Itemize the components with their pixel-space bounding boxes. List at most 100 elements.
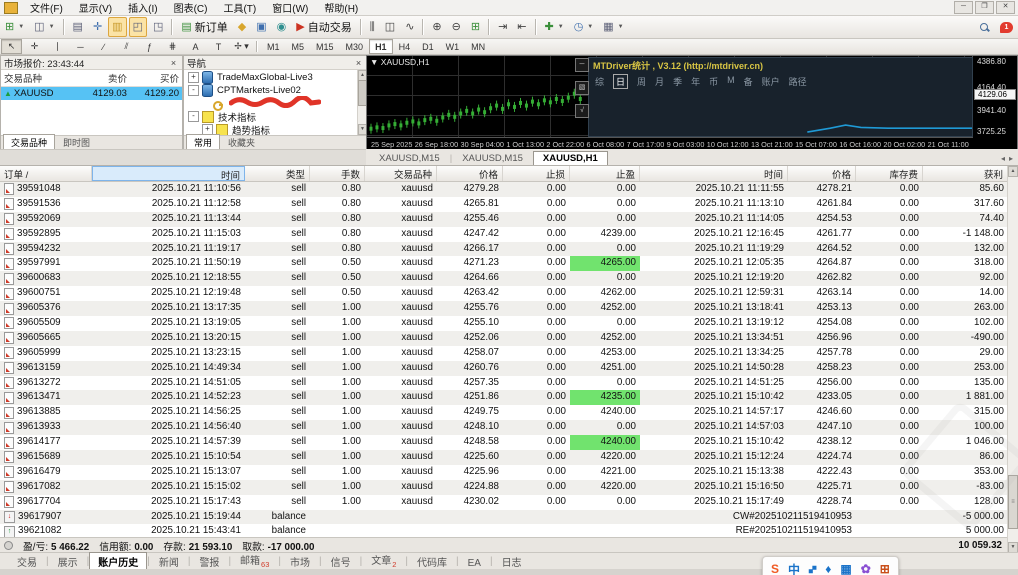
terminal-toggle-button[interactable]: ▣ xyxy=(252,17,270,37)
scroll-up-icon[interactable]: ▲ xyxy=(1008,166,1018,177)
history-column-header[interactable]: 库存费 xyxy=(856,166,923,181)
tabs-scroll-right[interactable]: ▸ xyxy=(1009,154,1013,163)
terminal-tab-交易[interactable]: 交易 xyxy=(8,552,46,570)
period-w1-button[interactable]: W1 xyxy=(440,39,466,54)
input-mode-chinese[interactable]: 中 xyxy=(788,561,800,575)
crosshair-tool-button[interactable]: ✛ xyxy=(24,39,45,54)
history-row[interactable]: 39613933 2025.10.21 14:56:40 sell 1.00 xauus… xyxy=(0,420,1018,436)
trendline-tool-button[interactable]: ∕ xyxy=(93,39,114,54)
history-row[interactable]: 39613159 2025.10.21 14:49:34 sell 1.00 xauus… xyxy=(0,360,1018,376)
history-row[interactable]: 39616479 2025.10.21 15:13:07 sell 1.00 xauus… xyxy=(0,465,1018,480)
mtdriver-settings-button[interactable]: ▧ xyxy=(575,81,589,95)
account-login-redacted[interactable] xyxy=(184,95,367,111)
andrews-pitchfork-tool-button[interactable]: ⋕ xyxy=(162,39,183,54)
autotrading-button[interactable]: ▶ 自动交易 xyxy=(292,17,355,37)
navigator-tab[interactable]: 常用 xyxy=(186,134,221,150)
history-row[interactable]: 39605376 2025.10.21 13:17:35 sell 1.00 xauus… xyxy=(0,301,1018,317)
vertical-line-tool-button[interactable]: ∣ xyxy=(47,39,68,54)
equidistant-channel-tool-button[interactable]: ⫽ xyxy=(116,39,137,54)
account-server-trademax[interactable]: + TradeMaxGlobal-Live3 xyxy=(184,71,367,84)
history-row[interactable]: 39615689 2025.10.21 15:10:54 sell 1.00 xauus… xyxy=(0,450,1018,465)
mtdriver-confirm-button[interactable]: √ xyxy=(575,104,589,118)
cursor-mode-button[interactable]: ▤ xyxy=(69,17,87,37)
punctuation-mode[interactable]: 🙾 xyxy=(809,562,816,575)
terminal-tab-警报[interactable]: 警报 xyxy=(190,552,228,570)
tree-expander-icon[interactable]: - xyxy=(188,85,199,96)
period-m30-button[interactable]: M30 xyxy=(340,39,370,54)
history-column-header[interactable]: 止盈 xyxy=(570,166,640,181)
history-column-header[interactable]: 价格 xyxy=(788,166,856,181)
chart-tab[interactable]: XAUUSD,M15 xyxy=(452,151,533,165)
history-column-header[interactable]: 交易品种 xyxy=(365,166,437,181)
market-watch-close-icon[interactable]: × xyxy=(168,58,179,68)
mql5-notifications-button[interactable]: 1 xyxy=(996,17,1017,37)
chart-window[interactable]: ▼ XAUUSD,H1 ─ ▧ √ MTDriver统计 , V3.12 (http… xyxy=(366,55,1018,151)
zoom-in-button[interactable]: ⊕ xyxy=(428,17,445,37)
data-window-toggle-button[interactable]: ◰ xyxy=(128,17,147,37)
fibonacci-retracement-tool-button[interactable]: ƒ xyxy=(139,39,160,54)
history-row[interactable]: 39614177 2025.10.21 14:57:39 sell 1.00 xauus… xyxy=(0,435,1018,451)
chart-tab[interactable]: XAUUSD,H1 xyxy=(532,151,608,165)
navigator-close-icon[interactable]: × xyxy=(353,58,364,68)
history-scrollbar[interactable]: ▲ ≡ ▼ xyxy=(1007,166,1018,553)
terminal-tab-展示[interactable]: 展示 xyxy=(49,552,87,570)
indicators-list-button[interactable]: ✚ ▼ xyxy=(541,17,568,37)
history-row[interactable]: 39597991 2025.10.21 11:50:19 sell 0.50 xauus… xyxy=(0,256,1018,272)
mtdriver-minimize-button[interactable]: ─ xyxy=(575,58,589,72)
history-column-header[interactable]: 订单 / xyxy=(0,166,92,181)
periods-list-button[interactable]: ◷ ▼ xyxy=(570,17,598,37)
chart-tab[interactable]: XAUUSD,M15 xyxy=(369,151,450,165)
period-m5-button[interactable]: M5 xyxy=(286,39,311,54)
metaeditor-button[interactable]: ◆ xyxy=(234,17,250,37)
tabs-scroll-left[interactable]: ◂ xyxy=(1001,154,1005,163)
line-chart-mode-button[interactable]: ∿ xyxy=(401,17,418,37)
terminal-tab-市场[interactable]: 市场 xyxy=(281,552,319,570)
period-mn-button[interactable]: MN xyxy=(465,39,491,54)
zoom-out-button[interactable]: ⊖ xyxy=(448,17,465,37)
history-row[interactable]: 39592069 2025.10.21 11:13:44 sell 0.80 xauus… xyxy=(0,211,1018,227)
history-row[interactable]: 39605999 2025.10.21 13:23:15 sell 1.00 xauus… xyxy=(0,346,1018,361)
market-watch-column-header[interactable]: 卖价 xyxy=(76,70,130,86)
text-tool-button[interactable]: A xyxy=(185,39,206,54)
horizontal-line-tool-button[interactable]: ─ xyxy=(70,39,91,54)
history-row[interactable]: 39592895 2025.10.21 11:15:03 sell 0.80 xauus… xyxy=(0,227,1018,242)
cursor-tool-button[interactable]: ↖ xyxy=(1,39,22,54)
history-column-header[interactable]: 止损 xyxy=(503,166,570,181)
bar-chart-mode-button[interactable]: ⫼ xyxy=(366,17,379,37)
history-row[interactable]: 39617082 2025.10.21 15:15:02 sell 1.00 xauus… xyxy=(0,479,1018,495)
menu-item[interactable]: 文件(F) xyxy=(22,0,71,15)
history-row[interactable]: 39605509 2025.10.21 13:19:05 sell 1.00 xauus… xyxy=(0,316,1018,331)
market-watch-tab[interactable]: 交易品种 xyxy=(3,134,56,150)
profiles-button[interactable]: ◫ ▼ xyxy=(30,17,58,37)
terminal-tab-文章[interactable]: 文章2 xyxy=(362,550,405,570)
close-button[interactable]: ✕ xyxy=(996,1,1015,14)
terminal-tab-邮箱[interactable]: 邮箱63 xyxy=(231,550,278,570)
terminal-tab-日志[interactable]: 日志 xyxy=(493,552,531,570)
market-watch-row[interactable]: ▲ XAUUSD 4129.03 4129.20 xyxy=(1,87,182,100)
history-row[interactable]: 39591048 2025.10.21 11:10:56 sell 0.80 xauus… xyxy=(0,182,1018,197)
history-column-header[interactable]: 时间 xyxy=(92,166,245,181)
terminal-tab-EA[interactable]: EA xyxy=(459,556,490,570)
terminal-tab-账户历史[interactable]: 账户历史 xyxy=(89,552,148,570)
menu-item[interactable]: 窗口(W) xyxy=(264,0,316,15)
chart-shift-button[interactable]: ⇤ xyxy=(513,17,530,37)
navigator-tab[interactable]: 收藏夹 xyxy=(220,134,263,150)
skin-center[interactable]: ✿ xyxy=(861,562,871,575)
history-column-header[interactable]: 时间 xyxy=(640,166,788,181)
history-row[interactable]: 39613272 2025.10.21 14:51:05 sell 1.00 xauus… xyxy=(0,376,1018,391)
new-order-button[interactable]: ▤ 新订单 xyxy=(177,17,231,37)
tree-expander-icon[interactable]: - xyxy=(188,111,199,122)
webtrader-button[interactable]: ◉ xyxy=(273,17,291,37)
soft-keyboard[interactable]: ▦ xyxy=(840,562,851,575)
period-m1-button[interactable]: M1 xyxy=(261,39,286,54)
chart-plot-area[interactable]: ▼ XAUUSD,H1 ─ ▧ √ MTDriver统计 , V3.12 (http… xyxy=(367,56,973,138)
history-scroll-thumb[interactable]: ≡ xyxy=(1008,475,1018,529)
market-watch-tab[interactable]: 即时图 xyxy=(55,134,98,150)
market-watch-column-header[interactable]: 交易品种 xyxy=(1,70,76,86)
terminal-tab-新闻[interactable]: 新闻 xyxy=(150,552,188,570)
menu-item[interactable]: 插入(I) xyxy=(120,0,165,15)
menu-item[interactable]: 帮助(H) xyxy=(316,0,366,15)
menu-item[interactable]: 图表(C) xyxy=(166,0,216,15)
history-column-header[interactable]: 类型 xyxy=(245,166,310,181)
history-column-header[interactable]: 获利 xyxy=(923,166,1008,181)
